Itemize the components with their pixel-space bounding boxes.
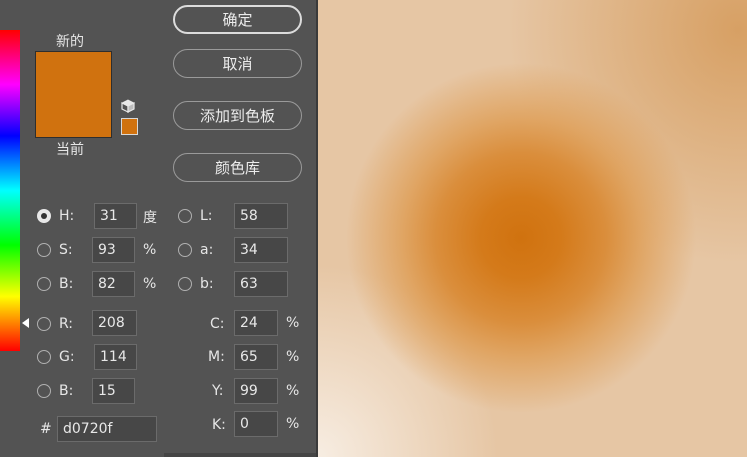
lab-a-input[interactable]: 34 [234,237,288,263]
add-to-swatches-button[interactable]: 添加到色板 [173,101,302,130]
cyan-unit: % [286,315,300,331]
new-color-label: 新的 [56,34,84,50]
black-unit: % [286,416,300,432]
color-picker-panel: 新的 当前 确定 取消 添加到色板 颜色库 H: 31 度 S: 93 % B:… [0,0,318,457]
lab-a-label: a: [200,242,214,258]
hue-slider[interactable] [0,30,20,351]
green-label: G: [59,349,75,365]
lab-b-label: b: [200,276,214,292]
new-color-swatch [36,52,111,94]
saturation-label: S: [59,242,73,258]
lab-l-label: L: [200,208,213,224]
saturation-unit: % [143,242,157,258]
cyan-label: C: [210,316,225,332]
brightness-label: B: [59,276,74,292]
radio-saturation[interactable] [37,243,51,257]
blue-label: B: [59,383,74,399]
blue-input[interactable]: 15 [92,378,135,404]
saturation-input[interactable]: 93 [92,237,135,263]
cyan-input[interactable]: 24 [234,310,278,336]
hue-input[interactable]: 31 [94,203,137,229]
yellow-unit: % [286,383,300,399]
ok-button[interactable]: 确定 [173,5,302,34]
red-input[interactable]: 208 [92,310,137,336]
cancel-button[interactable]: 取消 [173,49,302,78]
radio-green[interactable] [37,350,51,364]
radio-lab-l[interactable] [178,209,192,223]
radio-red[interactable] [37,317,51,331]
hex-hash-label: # [40,421,52,437]
yellow-input[interactable]: 99 [234,378,278,404]
lab-l-input[interactable]: 58 [234,203,288,229]
color-libraries-button[interactable]: 颜色库 [173,153,302,182]
hue-slider-marker[interactable] [22,318,29,328]
black-input[interactable]: 0 [234,411,278,437]
hue-label: H: [59,208,75,224]
current-color-swatch[interactable] [36,94,111,137]
yellow-label: Y: [212,383,224,399]
black-label: K: [212,417,226,433]
radio-blue[interactable] [37,384,51,398]
color-preview [35,51,112,138]
panel-scrollbar[interactable] [164,453,316,457]
brightness-unit: % [143,276,157,292]
cube-icon[interactable] [121,99,135,113]
magenta-input[interactable]: 65 [234,344,278,370]
radio-hue[interactable] [37,209,51,223]
document-canvas[interactable] [318,0,747,457]
red-label: R: [59,316,74,332]
radio-brightness[interactable] [37,277,51,291]
hex-input[interactable]: d0720f [57,416,157,442]
brightness-input[interactable]: 82 [92,271,135,297]
green-input[interactable]: 114 [94,344,137,370]
lab-b-input[interactable]: 63 [234,271,288,297]
magenta-unit: % [286,349,300,365]
magenta-label: M: [208,349,225,365]
current-color-label: 当前 [56,142,84,158]
radio-lab-a[interactable] [178,243,192,257]
radio-lab-b[interactable] [178,277,192,291]
web-safe-color-swatch[interactable] [121,118,138,135]
hue-unit: 度 [143,210,157,226]
